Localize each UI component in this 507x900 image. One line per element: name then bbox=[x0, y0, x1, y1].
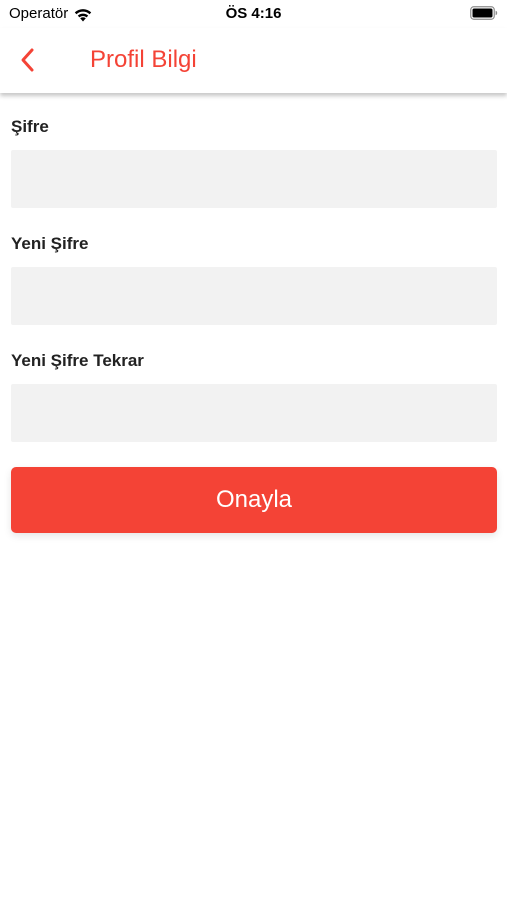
confirm-button[interactable]: Onayla bbox=[11, 467, 497, 533]
battery-icon bbox=[470, 6, 498, 20]
current-password-input[interactable] bbox=[11, 150, 497, 208]
confirm-new-password-input[interactable] bbox=[11, 384, 497, 442]
back-button[interactable] bbox=[10, 43, 46, 77]
navigation-bar: Profil Bilgi bbox=[0, 28, 507, 93]
current-password-label: Şifre bbox=[11, 117, 49, 136]
confirm-new-password-label: Yeni Şifre Tekrar bbox=[11, 351, 144, 370]
new-password-label: Yeni Şifre bbox=[11, 234, 89, 253]
status-bar: Operatör ÖS 4:16 bbox=[0, 0, 507, 28]
status-time: ÖS 4:16 bbox=[225, 5, 282, 22]
page-title: Profil Bilgi bbox=[90, 46, 197, 73]
chevron-left-icon bbox=[21, 48, 34, 72]
new-password-input[interactable] bbox=[11, 267, 497, 325]
